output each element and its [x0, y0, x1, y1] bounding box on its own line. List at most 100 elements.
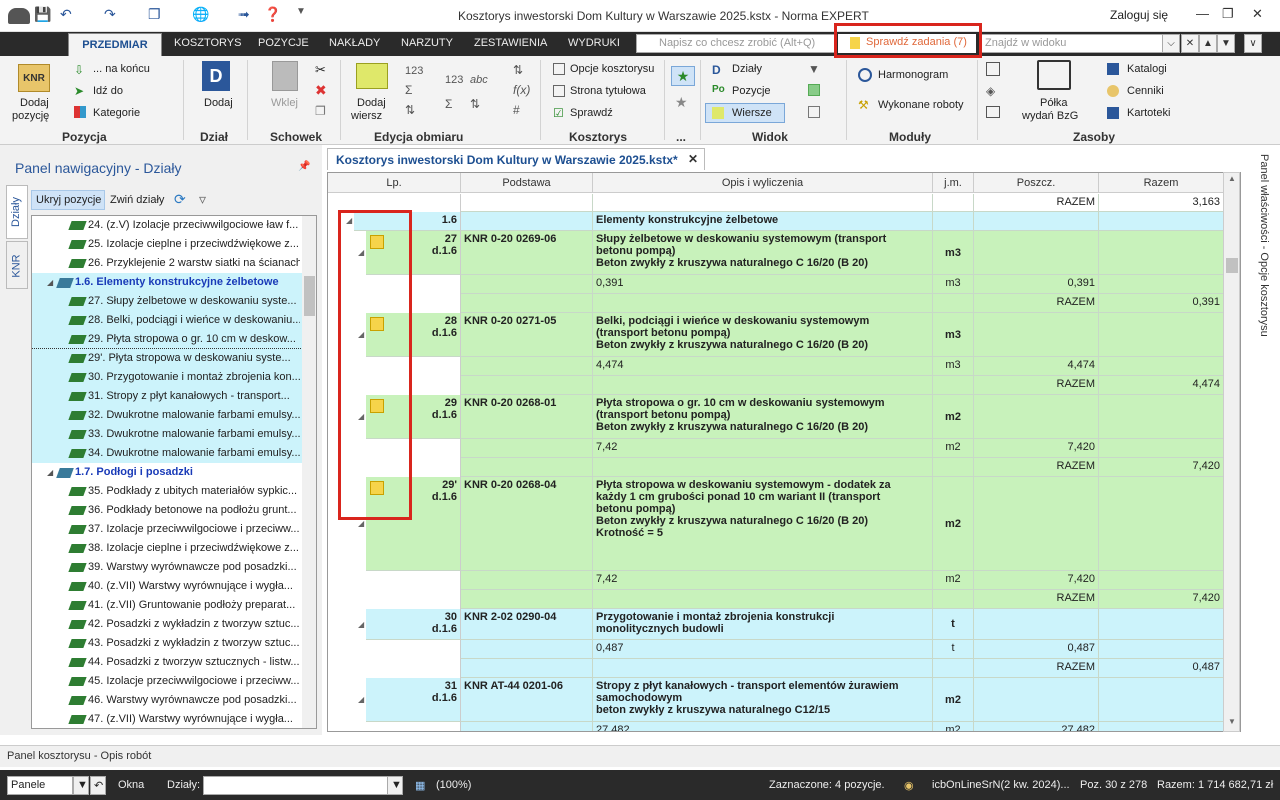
cell-poszcz[interactable]: 0,487 [974, 640, 1099, 659]
cell-podstawa[interactable]: KNR 0-20 0268-04 [461, 477, 593, 571]
col-header-razem[interactable]: Razem [1099, 173, 1224, 193]
schedule-button[interactable]: Harmonogram [878, 69, 948, 81]
grid-cell[interactable] [933, 212, 974, 231]
cell-opis[interactable]: Elementy konstrukcyjne żelbetowe [593, 212, 933, 231]
cell-opis[interactable]: 0,487 [593, 640, 933, 659]
cell-lp[interactable]: 31 d.1.6 [366, 678, 461, 722]
fx-icon[interactable]: f(x) [513, 83, 530, 97]
delete-icon[interactable]: ✖ [315, 82, 327, 99]
grid-cell[interactable] [933, 294, 974, 313]
categories-button[interactable]: Kategorie [93, 107, 140, 119]
grid-cell[interactable] [593, 590, 933, 609]
add-at-end-button[interactable]: ... na końcu [93, 63, 150, 75]
cell-poszcz[interactable]: RAZEM [974, 590, 1099, 609]
cell-jm[interactable]: m2 [933, 439, 974, 458]
grid-cell[interactable] [933, 590, 974, 609]
expand-icon[interactable]: ◢ [358, 695, 364, 704]
tree-item[interactable]: 33. Dwukrotne malowanie farbami emulsy..… [32, 425, 302, 444]
grid-cell[interactable] [974, 212, 1099, 231]
cell-podstawa[interactable]: KNR 0-20 0268-01 [461, 395, 593, 439]
grid-cell[interactable] [974, 678, 1099, 722]
tree-item[interactable]: 34. Dwukrotne malowanie farbami emulsy..… [32, 444, 302, 463]
add-position-label2[interactable]: pozycję [12, 110, 49, 122]
cell-poszcz[interactable]: 7,420 [974, 571, 1099, 590]
tree-item[interactable]: 32. Dwukrotne malowanie farbami emulsy..… [32, 406, 302, 425]
layout-icon[interactable] [808, 106, 820, 118]
grid-cell[interactable] [933, 376, 974, 395]
text-icon[interactable]: abc [470, 74, 488, 86]
tag-icon[interactable]: ◈ [986, 84, 995, 98]
sort2-icon[interactable]: ⇅ [470, 97, 480, 111]
grid-cell[interactable] [1099, 439, 1224, 458]
tree-item[interactable]: 36. Podkłady betonowe na podłożu grunt..… [32, 501, 302, 520]
grid-cell[interactable] [461, 640, 593, 659]
cell-opis[interactable]: Przygotowanie i montaż zbrojenia konstru… [593, 609, 933, 640]
cell-jm[interactable]: t [933, 640, 974, 659]
grid-cell[interactable] [461, 275, 593, 294]
goto-button[interactable]: Idź do [93, 85, 123, 97]
add-row-label[interactable]: Dodaj [357, 97, 386, 109]
cell-jm[interactable]: m3 [933, 313, 974, 357]
globe-icon[interactable]: 🌐 [192, 6, 209, 23]
help-icon[interactable]: ❓ [264, 6, 281, 23]
grid-cell[interactable] [1099, 722, 1224, 731]
maximize-icon[interactable]: ❐ [1222, 6, 1234, 22]
grid-cell[interactable] [933, 194, 974, 212]
col-header-jm[interactable]: j.m. [933, 173, 974, 193]
bookshelf-icon[interactable] [1037, 60, 1071, 90]
col-header-podstawa[interactable]: Podstawa [461, 173, 593, 193]
undo-icon[interactable]: ↶ [60, 6, 72, 23]
cell-jm[interactable]: m2 [933, 477, 974, 571]
tree-item[interactable]: 40. (z.VII) Warstwy wyrównujące i wygła.… [32, 577, 302, 596]
grid-cell[interactable] [1099, 477, 1224, 571]
col-header-poszcz[interactable]: Poszcz. [974, 173, 1099, 193]
grid-row[interactable]: RAZEM 0,391 [328, 294, 1224, 313]
grid-cell[interactable] [461, 439, 593, 458]
cell-poszcz[interactable]: 4,474 [974, 357, 1099, 376]
tree-item[interactable]: 42. Posadzki z wykładzin z tworzyw sztuc… [32, 615, 302, 634]
cell-opis[interactable]: Belki, podciągi i wieńce w deskowaniu sy… [593, 313, 933, 357]
panels-select[interactable]: Panele [7, 776, 73, 795]
sum2-icon[interactable]: Σ [445, 97, 452, 111]
grid-cell[interactable] [461, 194, 593, 212]
cell-opis[interactable]: Płyta stropowa w deskowaniu systemowym -… [593, 477, 933, 571]
find-up-icon[interactable]: ▲ [1199, 34, 1217, 53]
grid-cell[interactable] [461, 376, 593, 395]
customize-icon[interactable]: ▼ [296, 6, 306, 17]
tree-item[interactable]: 44. Posadzki z tworzyw sztucznych - list… [32, 653, 302, 672]
bottom-panel-tab[interactable]: Panel kosztorysu - Opis robót [0, 745, 1280, 767]
window-icon[interactable]: ❐ [148, 6, 161, 23]
save-icon[interactable]: 💾 [34, 6, 51, 23]
scroll-up-icon[interactable]: ▲ [1228, 174, 1236, 183]
grid-row[interactable]: 30 d.1.6 KNR 2-02 0290-04 Przygotowanie i m… [328, 609, 1224, 640]
grid-row[interactable]: 0,391 m3 0,391 [328, 275, 1224, 294]
cell-opis[interactable]: Płyta stropowa o gr. 10 cm w deskowaniu … [593, 395, 933, 439]
minimize-icon[interactable]: — [1196, 6, 1209, 21]
windows-menu[interactable]: Okna [118, 779, 144, 791]
grid-row[interactable]: RAZEM 3,163 [328, 194, 1224, 212]
tab-kosztorys[interactable]: KOSZTORYS [174, 37, 241, 49]
cell-jm[interactable]: t [933, 609, 974, 640]
grid-cell[interactable] [328, 590, 461, 609]
grid-cell[interactable] [1099, 640, 1224, 659]
price-base-status[interactable]: icbOnLineSrN(2 kw. 2024)... [932, 779, 1070, 791]
grid-cell[interactable] [328, 722, 461, 731]
tree-item[interactable]: 46. Warstwy wyrównawcze pod posadzki... [32, 691, 302, 710]
cell-opis[interactable]: 0,391 [593, 275, 933, 294]
collapse-sections-button[interactable]: Zwiń działy [110, 194, 164, 206]
cell-podstawa[interactable]: KNR 0-20 0269-06 [461, 231, 593, 275]
cell-podstawa[interactable]: KNR 2-02 0290-04 [461, 609, 593, 640]
grid-cell[interactable] [1099, 678, 1224, 722]
grid-cell[interactable] [593, 294, 933, 313]
panels-dropdown-icon[interactable]: ▼ [73, 776, 89, 795]
sum-icon[interactable]: Σ [405, 83, 412, 97]
numbers-icon[interactable]: 123 [405, 65, 423, 77]
cell-poszcz[interactable]: RAZEM [974, 659, 1099, 678]
grid-cell[interactable] [461, 659, 593, 678]
calculator-icon[interactable] [986, 62, 1000, 76]
grid-cell[interactable] [328, 659, 461, 678]
grid-cell[interactable] [1099, 313, 1224, 357]
expand-icon[interactable]: ◢ [358, 620, 364, 629]
tree-item[interactable]: 24. (z.V) Izolacje przeciwwilgociowe ław… [32, 216, 302, 235]
grid-row[interactable]: 4,474 m3 4,474 [328, 357, 1224, 376]
